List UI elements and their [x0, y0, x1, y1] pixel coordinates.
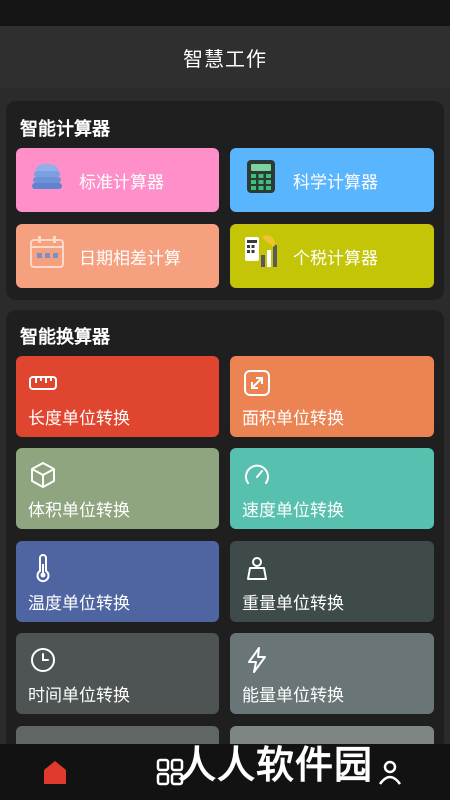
nav-home-button[interactable]	[0, 744, 110, 800]
energy-converter-card[interactable]: 能量单位转换	[230, 633, 434, 714]
converter-section-title: 智能换算器	[20, 327, 110, 348]
calculator-section-title: 智能计算器	[20, 119, 110, 140]
ruler-icon	[29, 376, 57, 390]
weight-converter-label: 重量单位转换	[242, 594, 344, 614]
time-converter-label: 时间单位转换	[28, 686, 130, 706]
converter-panel: 智能换算器 长度单位转换 面积单位转换 体积单位转换 速度单位转换 温度单位转换…	[6, 310, 444, 750]
speedometer-icon	[245, 464, 269, 484]
area-converter-label: 面积单位转换	[242, 409, 344, 429]
page-title: 智慧工作	[183, 46, 267, 71]
cube-icon	[31, 462, 55, 488]
income-tax-calculator-card[interactable]: 个税计算器	[230, 224, 434, 288]
scientific-calculator-card[interactable]: 科学计算器	[230, 148, 434, 212]
length-converter-card[interactable]: 长度单位转换	[16, 356, 219, 437]
volume-converter-card[interactable]: 体积单位转换	[16, 448, 219, 529]
area-converter-card[interactable]: 面积单位转换	[230, 356, 434, 437]
app-header: 智慧工作	[0, 26, 450, 88]
calculator-panel: 智能计算器 标准计算器 科学计算器 日期相差计算 个税计算器	[6, 101, 444, 300]
temperature-converter-card[interactable]: 温度单位转换	[16, 541, 219, 622]
standard-calculator-card[interactable]: 标准计算器	[16, 148, 219, 212]
volume-converter-label: 体积单位转换	[28, 501, 130, 521]
status-bar	[0, 0, 450, 26]
energy-converter-label: 能量单位转换	[242, 686, 344, 706]
speed-converter-card[interactable]: 速度单位转换	[230, 448, 434, 529]
tax-chart-icon	[245, 235, 277, 267]
weight-icon	[247, 557, 267, 580]
standard-calculator-label: 标准计算器	[79, 172, 164, 193]
calculator-icon	[247, 160, 275, 193]
home-icon	[44, 761, 66, 784]
speed-converter-label: 速度单位转换	[242, 501, 344, 521]
user-icon	[378, 760, 402, 785]
scientific-calculator-label: 科学计算器	[293, 172, 378, 193]
weight-converter-card[interactable]: 重量单位转换	[230, 541, 434, 622]
expand-icon	[244, 370, 270, 396]
coin-stack-icon	[32, 164, 62, 189]
date-difference-label: 日期相差计算	[79, 248, 181, 269]
thermometer-icon	[36, 554, 50, 583]
watermark: 人人软件园	[178, 743, 374, 787]
length-converter-label: 长度单位转换	[28, 409, 130, 429]
date-difference-card[interactable]: 日期相差计算	[16, 224, 219, 288]
temperature-converter-label: 温度单位转换	[28, 594, 130, 614]
calendar-icon	[30, 236, 64, 268]
time-converter-card[interactable]: 时间单位转换	[16, 633, 219, 714]
clock-icon	[31, 648, 55, 672]
lightning-icon	[248, 647, 266, 673]
income-tax-calculator-label: 个税计算器	[293, 248, 378, 269]
